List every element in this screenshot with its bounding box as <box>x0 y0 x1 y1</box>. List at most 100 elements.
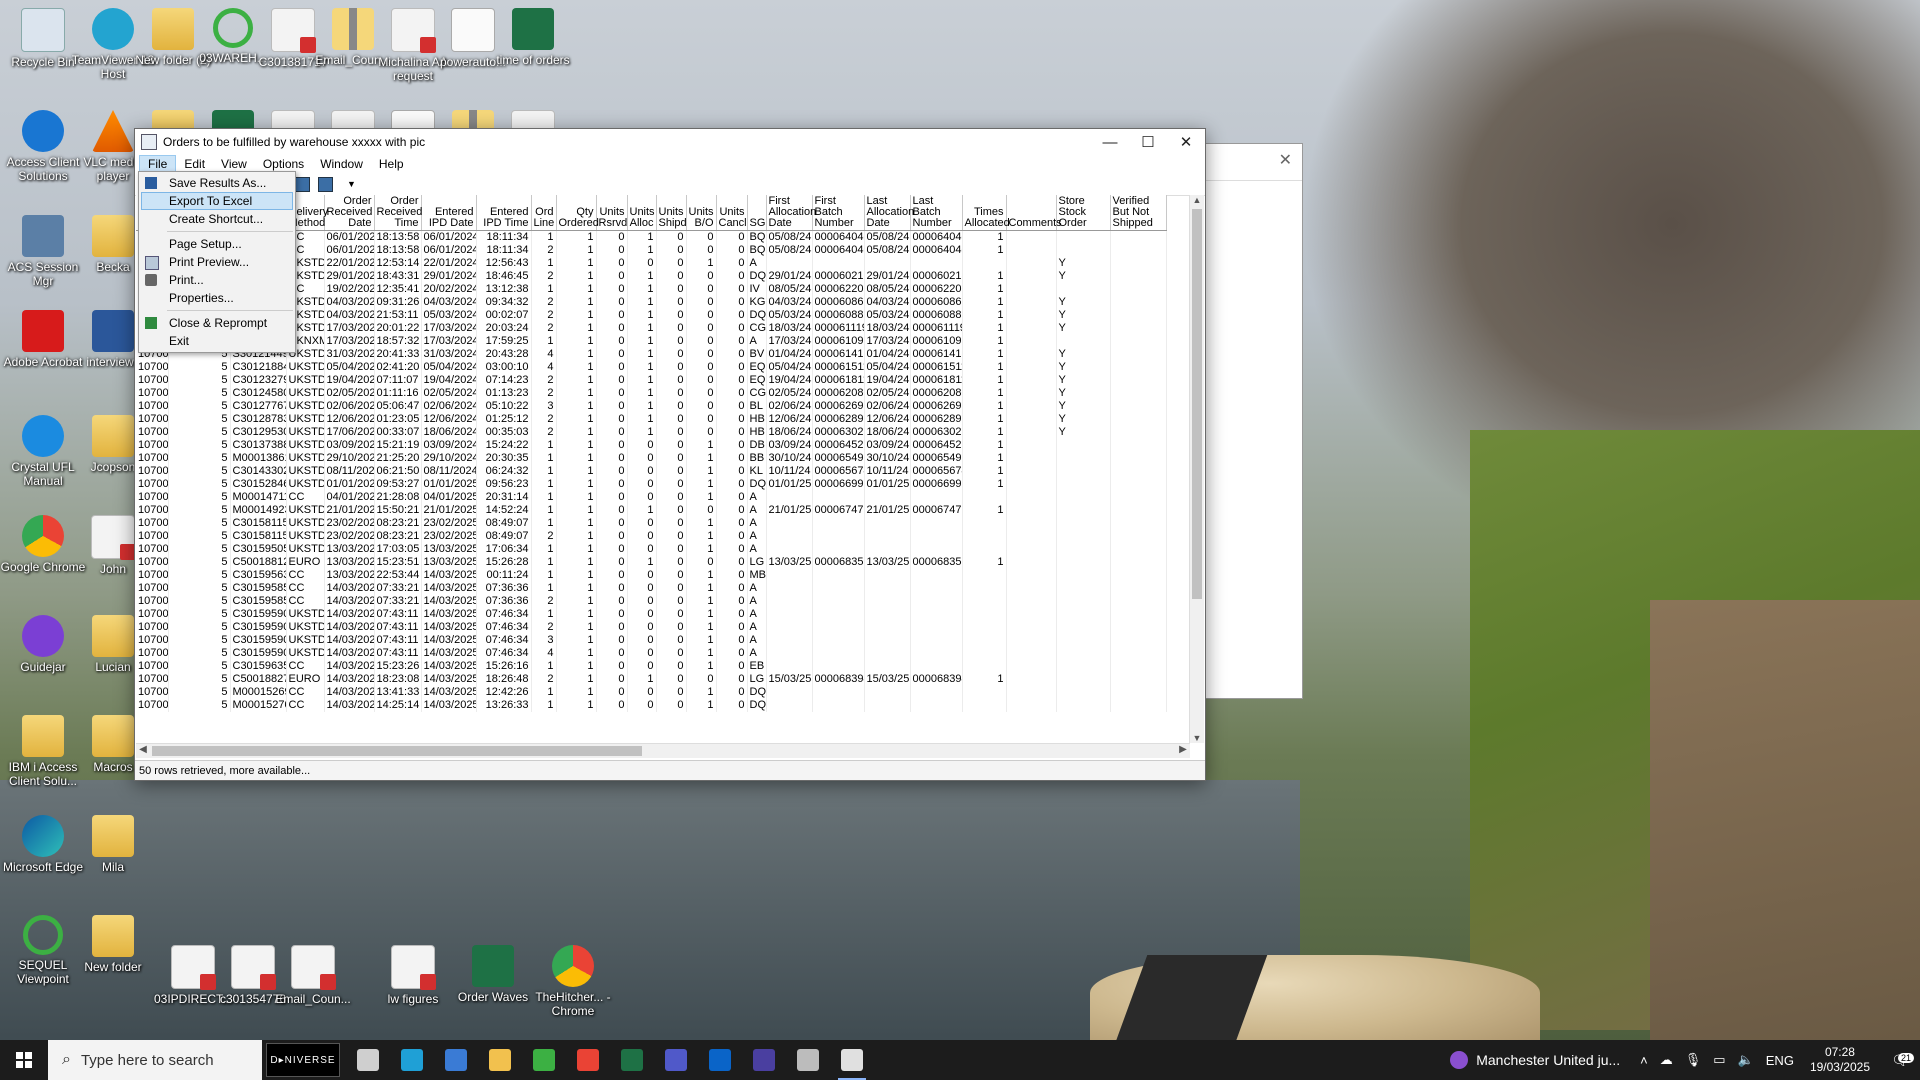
desktop-icon[interactable]: time of orders <box>490 8 576 67</box>
taskbar-app-store[interactable] <box>434 1040 478 1080</box>
table-row[interactable]: 107005C301373885UKSTD03/09/202415:21:190… <box>136 439 1167 452</box>
taskbar-logo-widget[interactable]: D▸NIVERSE <box>266 1043 340 1077</box>
desktop-icon[interactable]: TheHitcher... - Chrome <box>530 945 616 1018</box>
menu-edit[interactable]: Edit <box>176 156 213 172</box>
column-header[interactable]: Units B/O <box>686 195 717 231</box>
taskbar-search-box[interactable]: ⌕ Type here to search <box>48 1040 262 1080</box>
menu-item-create-shortcut[interactable]: Create Shortcut... <box>139 210 295 228</box>
menu-window[interactable]: Window <box>312 156 371 172</box>
taskbar-app-query-app[interactable] <box>830 1040 874 1080</box>
column-header[interactable]: Comments <box>1006 195 1062 231</box>
chart-icon[interactable] <box>295 176 310 192</box>
table-row[interactable]: 107005C301277675UKSTD02/06/202405:06:470… <box>136 400 1167 413</box>
table-row[interactable]: 107005C301581157UKSTD23/02/202508:23:212… <box>136 530 1167 543</box>
drill-down-icon[interactable] <box>318 176 333 192</box>
table-row[interactable]: 107005C301595057UKSTD13/03/202517:03:051… <box>136 543 1167 556</box>
menu-view[interactable]: View <box>213 156 255 172</box>
horizontal-scroll-thumb[interactable] <box>152 746 642 756</box>
menu-item-properties[interactable]: Properties... <box>139 289 295 307</box>
column-header[interactable]: Times Allocated <box>962 195 1010 231</box>
column-header[interactable]: Units Alloc <box>627 195 657 231</box>
table-row[interactable]: 107005C301595902UKSTD14/03/202507:43:111… <box>136 608 1167 621</box>
column-header[interactable]: Units Cancl <box>716 195 748 231</box>
table-row[interactable]: 107005M000147110CC04/01/202521:28:0804/0… <box>136 491 1167 504</box>
notification-center-button[interactable]: 🗨 21 <box>1880 1052 1920 1069</box>
vertical-scrollbar[interactable]: ▲ ▼ <box>1189 195 1204 743</box>
column-header[interactable]: Order Received Date <box>324 195 375 231</box>
desktop-icon[interactable]: Mila <box>70 815 156 874</box>
desktop-icon[interactable]: Order Waves <box>450 945 536 1004</box>
window-titlebar[interactable]: Orders to be fulfilled by warehouse xxxx… <box>135 129 1205 155</box>
menu-item-page-setup[interactable]: Page Setup... <box>139 235 295 253</box>
table-row[interactable]: 107005C301595902UKSTD14/03/202507:43:111… <box>136 647 1167 660</box>
column-header[interactable]: Units Rsrvd <box>596 195 628 231</box>
table-row[interactable]: 107005C301595639CC13/03/202522:53:4414/0… <box>136 569 1167 582</box>
table-row[interactable]: 107005M000152700CC14/03/202514:25:1414/0… <box>136 699 1167 712</box>
table-row[interactable]: 107005C301528466UKSTD01/01/202509:53:270… <box>136 478 1167 491</box>
taskbar-app-file-explorer[interactable] <box>478 1040 522 1080</box>
language-indicator[interactable]: ENG <box>1766 1053 1794 1068</box>
taskbar-app-task-view[interactable] <box>346 1040 390 1080</box>
taskbar-app-teams[interactable] <box>654 1040 698 1080</box>
taskbar-app-edge[interactable] <box>390 1040 434 1080</box>
column-header[interactable]: Store Stock Order <box>1056 195 1111 231</box>
table-row[interactable]: 107005C301245801UKSTD02/05/202401:11:160… <box>136 387 1167 400</box>
table-row[interactable]: 107005C500188272EURO14/03/202518:23:0814… <box>136 673 1167 686</box>
desktop-icon[interactable]: Email_Coun... <box>270 945 356 1006</box>
taskbar-app-chrome[interactable] <box>566 1040 610 1080</box>
table-row[interactable]: 107005M000152692CC14/03/202513:41:3314/0… <box>136 686 1167 699</box>
column-header[interactable]: Qty Ordered <box>556 195 599 231</box>
taskbar-app-outlook[interactable] <box>698 1040 742 1080</box>
taskbar-app-excel[interactable] <box>610 1040 654 1080</box>
column-header[interactable]: Verified But Not Shipped <box>1110 195 1167 231</box>
table-row[interactable]: 107005C301595902UKSTD14/03/202507:43:111… <box>136 634 1167 647</box>
table-row[interactable]: 107005C301433024UKSTD08/11/202406:21:500… <box>136 465 1167 478</box>
table-row[interactable]: 107005C301595858CC14/03/202507:33:2114/0… <box>136 595 1167 608</box>
microphone-icon[interactable]: 🎙 <box>1685 1052 1702 1068</box>
scroll-up-icon[interactable]: ▲ <box>1190 195 1204 205</box>
column-header[interactable]: Entered IPD Time <box>476 195 532 231</box>
volume-icon[interactable]: 🔈 <box>1738 1052 1754 1068</box>
desktop-icon[interactable]: New folder <box>70 915 156 974</box>
table-row[interactable]: 107005C301232798UKSTD19/04/202407:11:071… <box>136 374 1167 387</box>
vertical-scroll-thumb[interactable] <box>1192 209 1202 599</box>
column-header[interactable]: Entered IPD Date <box>421 195 477 231</box>
menu-item-print-preview[interactable]: Print Preview... <box>139 253 295 271</box>
network-icon[interactable]: ▭ <box>1713 1052 1725 1068</box>
column-header[interactable]: First Batch Number <box>812 195 865 231</box>
menu-item-close-reprompt[interactable]: Close & Reprompt <box>139 314 295 332</box>
table-row[interactable]: 107005C301595858CC14/03/202507:33:2114/0… <box>136 582 1167 595</box>
scroll-down-icon[interactable]: ▼ <box>1190 733 1204 743</box>
column-header[interactable]: Ord Line <box>531 195 557 231</box>
column-header[interactable]: SG <box>747 195 767 231</box>
table-row[interactable]: 107005M000149234UKSTD21/01/202515:50:212… <box>136 504 1167 517</box>
start-button[interactable] <box>0 1040 48 1080</box>
chevron-down-icon[interactable]: ▼ <box>347 179 356 189</box>
menu-item-print[interactable]: Print... <box>139 271 295 289</box>
column-header[interactable]: Last Allocation Date <box>864 195 914 231</box>
menu-help[interactable]: Help <box>371 156 412 172</box>
menu-item-save-results-as[interactable]: Save Results As... <box>139 174 295 192</box>
maximize-button[interactable]: ☐ <box>1129 133 1167 151</box>
menu-item-exit[interactable]: Exit <box>139 332 295 350</box>
column-header[interactable]: Last Batch Number <box>910 195 963 231</box>
scroll-left-icon[interactable]: ◀ <box>136 744 150 755</box>
menu-options[interactable]: Options <box>255 156 312 172</box>
table-row[interactable]: 107005M000138615UKSTD29/10/202421:25:202… <box>136 452 1167 465</box>
chevron-up-icon[interactable]: ˄ <box>1640 1053 1648 1068</box>
column-header[interactable]: Units Shipd <box>656 195 687 231</box>
scroll-right-icon[interactable]: ▶ <box>1176 744 1190 755</box>
table-row[interactable]: 107005C301295309UKSTD17/06/202400:33:071… <box>136 426 1167 439</box>
clock[interactable]: 07:28 19/03/2025 <box>1810 1045 1870 1075</box>
taskbar-app-window-app[interactable] <box>786 1040 830 1080</box>
table-row[interactable]: 107005C301596356CC14/03/202515:23:2614/0… <box>136 660 1167 673</box>
taskbar-app-sequel[interactable] <box>742 1040 786 1080</box>
table-row[interactable]: 107005C301218847UKSTD05/04/202402:41:200… <box>136 361 1167 374</box>
table-row[interactable]: 107005C301287832UKSTD12/06/202401:23:051… <box>136 413 1167 426</box>
desktop-icon[interactable]: lw figures <box>370 945 456 1006</box>
news-widget[interactable]: Manchester United ju... <box>1450 1051 1620 1069</box>
background-window[interactable]: ✕ <box>1205 143 1303 699</box>
table-row[interactable]: 107005C500188125EURO13/03/202515:23:5113… <box>136 556 1167 569</box>
column-header[interactable]: First Allocation Date <box>766 195 816 231</box>
menu-item-export-to-excel[interactable]: Export To Excel <box>141 192 293 210</box>
